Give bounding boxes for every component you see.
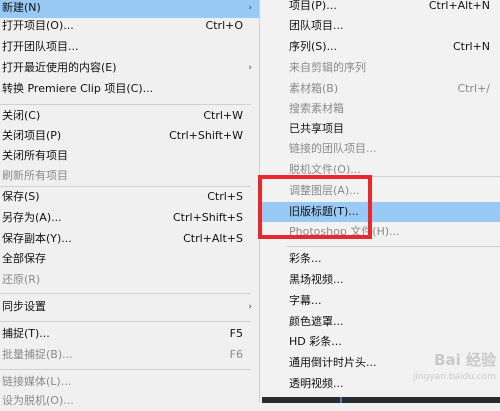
menu-separator <box>0 104 251 105</box>
menu-item-save-copy[interactable]: 保存副本(Y)... Ctrl+Alt+S <box>0 229 259 249</box>
menu-item-shortcut: F5 <box>229 327 243 340</box>
submenu-item-adjustment-layer[interactable]: 调整图层(A)... <box>260 181 500 201</box>
menu-item-refresh-all[interactable]: 刷新所有项目 <box>0 166 259 186</box>
menu-item-label: 捕捉(T)... <box>2 327 50 340</box>
menu-item-revert[interactable]: 还原(R) <box>0 270 259 290</box>
menu-item-shortcut: Ctrl+Shift+W <box>169 129 243 142</box>
menu-item-label: HD 彩条... <box>289 335 342 348</box>
menu-item-label: 同步设置 <box>2 300 46 313</box>
menu-separator <box>286 176 500 177</box>
menu-item-label: 透明视频... <box>289 377 344 390</box>
menu-item-open-team-project[interactable]: 打开团队项目... <box>0 37 259 57</box>
menu-item-label: 链接媒体(L)... <box>2 375 72 388</box>
submenu-item-color-matte[interactable]: 颜色遮罩... <box>260 312 500 332</box>
menu-item-label: 彩条... <box>289 252 322 265</box>
menu-item-shortcut: Ctrl+Alt+S <box>183 232 243 245</box>
menu-item-label: 批量捕捉(B)... <box>2 348 73 361</box>
menu-item-label: 关闭(C) <box>2 109 41 122</box>
menu-item-label: 关闭所有项目 <box>2 149 68 162</box>
menu-item-close-project[interactable]: 关闭项目(P) Ctrl+Shift+W <box>0 126 259 146</box>
menu-item-label: 项目(P)... <box>289 0 337 12</box>
menu-item-shortcut: Ctrl+W <box>203 109 243 122</box>
menu-item-close[interactable]: 关闭(C) Ctrl+W <box>0 106 259 126</box>
menu-item-label: 转换 Premiere Clip 项目(C)... <box>2 82 154 95</box>
menu-separator <box>286 246 500 247</box>
menu-separator <box>0 321 251 322</box>
submenu-item-hd-bars[interactable]: HD 彩条... <box>260 332 500 352</box>
menu-item-label: 刷新所有项目 <box>2 169 68 182</box>
menu-item-label: 素材箱(B) <box>289 82 339 95</box>
menu-item-label: 字幕... <box>289 294 322 307</box>
menu-item-shortcut: Ctrl+Shift+S <box>173 211 243 224</box>
menu-item-label: 设为脱机(O)... <box>2 394 74 407</box>
submenu-item-bars-and-tone[interactable]: 彩条... <box>260 249 500 269</box>
menu-item-label: 还原(R) <box>2 273 41 286</box>
submenu-item-project[interactable]: 项目(P)... Ctrl+Alt+N <box>260 0 500 16</box>
submenu-item-captions[interactable]: 字幕... <box>260 291 500 311</box>
menu-item-label: 来自剪辑的序列 <box>289 61 366 74</box>
menu-item-link-media[interactable]: 链接媒体(L)... <box>0 372 259 392</box>
background-timeline-strip <box>262 397 500 403</box>
menu-item-save-as[interactable]: 另存为(A)... Ctrl+Shift+S <box>0 208 259 228</box>
menu-item-sync-settings[interactable]: 同步设置 › <box>0 297 259 317</box>
menu-item-shortcut: Ctrl+Alt+N <box>428 0 490 12</box>
submenu-item-linked-team-project[interactable]: 链接的团队项目... <box>260 139 500 159</box>
submenu-item-photoshop-file[interactable]: Photoshop 文件(H)... <box>260 222 500 242</box>
submenu-item-legacy-title[interactable]: 旧版标题(T)... <box>260 202 500 222</box>
menu-item-batch-capture[interactable]: 批量捕捉(B)... F6 <box>0 345 259 365</box>
chevron-right-icon: › <box>248 302 252 312</box>
playhead-marker <box>340 397 342 403</box>
chevron-right-icon: › <box>248 63 252 73</box>
submenu-item-bin[interactable]: 素材箱(B) Ctrl+/ <box>260 79 500 99</box>
menu-item-convert-clip[interactable]: 转换 Premiere Clip 项目(C)... <box>0 79 259 99</box>
submenu-item-offline-file[interactable]: 脱机文件(O)... <box>260 160 500 174</box>
menu-item-label: 脱机文件(O)... <box>289 163 361 174</box>
menu-item-label: 全部保存 <box>2 252 46 265</box>
menu-item-shortcut: F6 <box>229 348 243 361</box>
menu-separator <box>0 369 251 370</box>
menu-item-label: 链接的团队项目... <box>289 142 377 155</box>
menu-item-label: 旧版标题(T)... <box>289 205 359 218</box>
menu-item-label: Photoshop 文件(H)... <box>289 225 400 238</box>
menu-item-label: 黑场视频... <box>289 273 344 286</box>
menu-item-label: 打开最近使用的内容(E) <box>2 61 117 74</box>
submenu-item-search-bin[interactable]: 搜索素材箱 <box>260 99 500 119</box>
menu-item-shortcut: Ctrl+O <box>205 19 243 32</box>
submenu-item-team-project[interactable]: 团队项目... <box>260 16 500 36</box>
file-menu: 新建(N) › 打开项目(O)... Ctrl+O 打开团队项目... 打开最近… <box>0 0 260 407</box>
submenu-item-universal-countdown[interactable]: 通用倒计时片头... <box>260 353 500 373</box>
menu-item-open-recent[interactable]: 打开最近使用的内容(E) › <box>0 58 259 78</box>
menu-item-close-all-projects[interactable]: 关闭所有项目 <box>0 146 259 166</box>
menu-item-shortcut: Ctrl+/ <box>457 82 491 95</box>
submenu-item-shared-project[interactable]: 已共享项目 <box>260 119 500 139</box>
menu-item-save[interactable]: 保存(S) Ctrl+S <box>0 187 259 207</box>
submenu-item-transparent-video[interactable]: 透明视频... <box>260 374 500 394</box>
submenu-item-black-video[interactable]: 黑场视频... <box>260 270 500 290</box>
menu-item-label: 搜索素材箱 <box>289 102 344 115</box>
menu-item-make-offline[interactable]: 设为脱机(O)... <box>0 391 259 411</box>
menu-item-label: 已共享项目 <box>289 122 344 135</box>
menu-item-label: 保存副本(Y)... <box>2 232 72 245</box>
menu-item-label: 打开团队项目... <box>2 40 79 53</box>
menu-item-label: 通用倒计时片头... <box>289 356 377 369</box>
menu-item-label: 保存(S) <box>2 190 40 203</box>
menu-item-shortcut: Ctrl+N <box>452 40 490 53</box>
menu-item-shortcut: Ctrl+S <box>207 190 243 203</box>
menu-item-label: 另存为(A)... <box>2 211 62 224</box>
menu-item-label: 调整图层(A)... <box>289 184 360 197</box>
menu-item-label: 关闭项目(P) <box>2 129 62 142</box>
menu-item-label: 团队项目... <box>289 19 344 32</box>
menu-item-save-all[interactable]: 全部保存 <box>0 249 259 269</box>
submenu-item-sequence[interactable]: 序列(S)... Ctrl+N <box>260 37 500 57</box>
menu-item-capture[interactable]: 捕捉(T)... F5 <box>0 324 259 344</box>
menu-separator <box>0 293 251 294</box>
submenu-item-sequence-from-clip[interactable]: 来自剪辑的序列 <box>260 58 500 78</box>
menu-item-open-project[interactable]: 打开项目(O)... Ctrl+O <box>0 16 259 36</box>
menu-item-label: 颜色遮罩... <box>289 315 344 328</box>
menu-item-label: 序列(S)... <box>289 40 338 53</box>
new-submenu: 项目(P)... Ctrl+Alt+N 团队项目... 序列(S)... Ctr… <box>260 0 500 403</box>
menu-item-label: 打开项目(O)... <box>2 19 74 32</box>
